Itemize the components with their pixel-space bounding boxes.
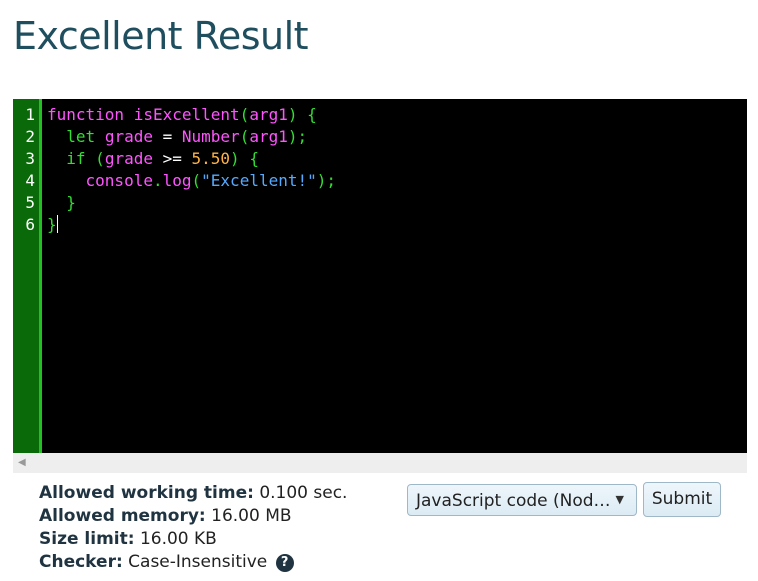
code-token: console: [85, 171, 153, 190]
checker-row: Checker: Case-Insensitive ?: [39, 551, 347, 574]
memory-limit-value: 16.00 MB: [211, 506, 292, 526]
code-token: if: [66, 149, 86, 168]
code-token: 5.50: [191, 149, 231, 168]
line-number: 4: [25, 171, 35, 190]
code-token: grade: [104, 127, 153, 146]
code-token: ): [230, 149, 240, 168]
code-editor[interactable]: 123456 function isExcellent(arg1) { let …: [13, 99, 747, 453]
code-token: );: [287, 127, 308, 146]
code-token: let: [66, 127, 96, 146]
code-token: >=: [152, 149, 192, 168]
code-token: =: [152, 127, 182, 146]
code-token: grade: [104, 149, 153, 168]
page-title: Excellent Result: [13, 14, 309, 58]
line-number: 1: [25, 105, 35, 124]
language-select[interactable]: JavaScript code (Nod… ▼: [407, 484, 637, 516]
problem-limits: Allowed working time: 0.100 sec. Allowed…: [39, 482, 347, 574]
code-token: isExcellent: [133, 105, 240, 124]
size-limit-row: Size limit: 16.00 KB: [39, 528, 347, 551]
chevron-down-icon: ▼: [615, 493, 624, 506]
code-line: let grade = Number(arg1);: [47, 126, 336, 148]
code-token: (: [95, 149, 105, 168]
code-token: (: [191, 171, 202, 190]
code-line: }: [47, 214, 336, 236]
time-limit-value: 0.100 sec.: [259, 483, 348, 503]
memory-limit-row: Allowed memory: 16.00 MB: [39, 505, 347, 528]
code-token: (: [239, 105, 250, 124]
checker-value: Case-Insensitive: [128, 552, 268, 572]
code-token: }: [47, 215, 57, 234]
text-cursor: [56, 215, 58, 233]
line-number: 2: [25, 127, 35, 146]
code-token: arg1: [249, 105, 288, 124]
size-limit-label: Size limit:: [39, 529, 135, 549]
code-area[interactable]: function isExcellent(arg1) { let grade =…: [47, 104, 336, 236]
code-token: Number: [181, 127, 240, 146]
checker-label: Checker:: [39, 552, 123, 572]
language-selected-value: JavaScript code (Nod…: [416, 491, 611, 511]
horizontal-scrollbar[interactable]: ◀: [13, 453, 747, 473]
code-token: {: [307, 105, 317, 124]
size-limit-value: 16.00 KB: [139, 529, 217, 549]
code-line: function isExcellent(arg1) {: [47, 104, 336, 126]
line-number: 3: [25, 149, 35, 168]
code-token: log: [162, 171, 192, 190]
scroll-left-arrow-icon[interactable]: ◀: [18, 457, 26, 468]
code-token: arg1: [249, 127, 288, 146]
line-number: 5: [25, 193, 35, 212]
code-line: if (grade >= 5.50) {: [47, 148, 336, 170]
code-token: (: [239, 127, 250, 146]
code-line: }: [47, 192, 336, 214]
code-token: );: [316, 171, 337, 190]
time-limit-label: Allowed working time:: [39, 483, 254, 503]
code-token: }: [66, 193, 76, 212]
code-token: "Excellent!": [201, 171, 317, 190]
line-number: 6: [25, 215, 35, 234]
submit-button[interactable]: Submit: [643, 482, 721, 517]
time-limit-row: Allowed working time: 0.100 sec.: [39, 482, 347, 505]
code-token: function: [47, 105, 125, 124]
question-circle-icon[interactable]: ?: [275, 554, 294, 572]
memory-limit-label: Allowed memory:: [39, 506, 206, 526]
code-token: {: [249, 149, 259, 168]
code-token: .: [152, 171, 163, 190]
code-line: console.log("Excellent!");: [47, 170, 336, 192]
